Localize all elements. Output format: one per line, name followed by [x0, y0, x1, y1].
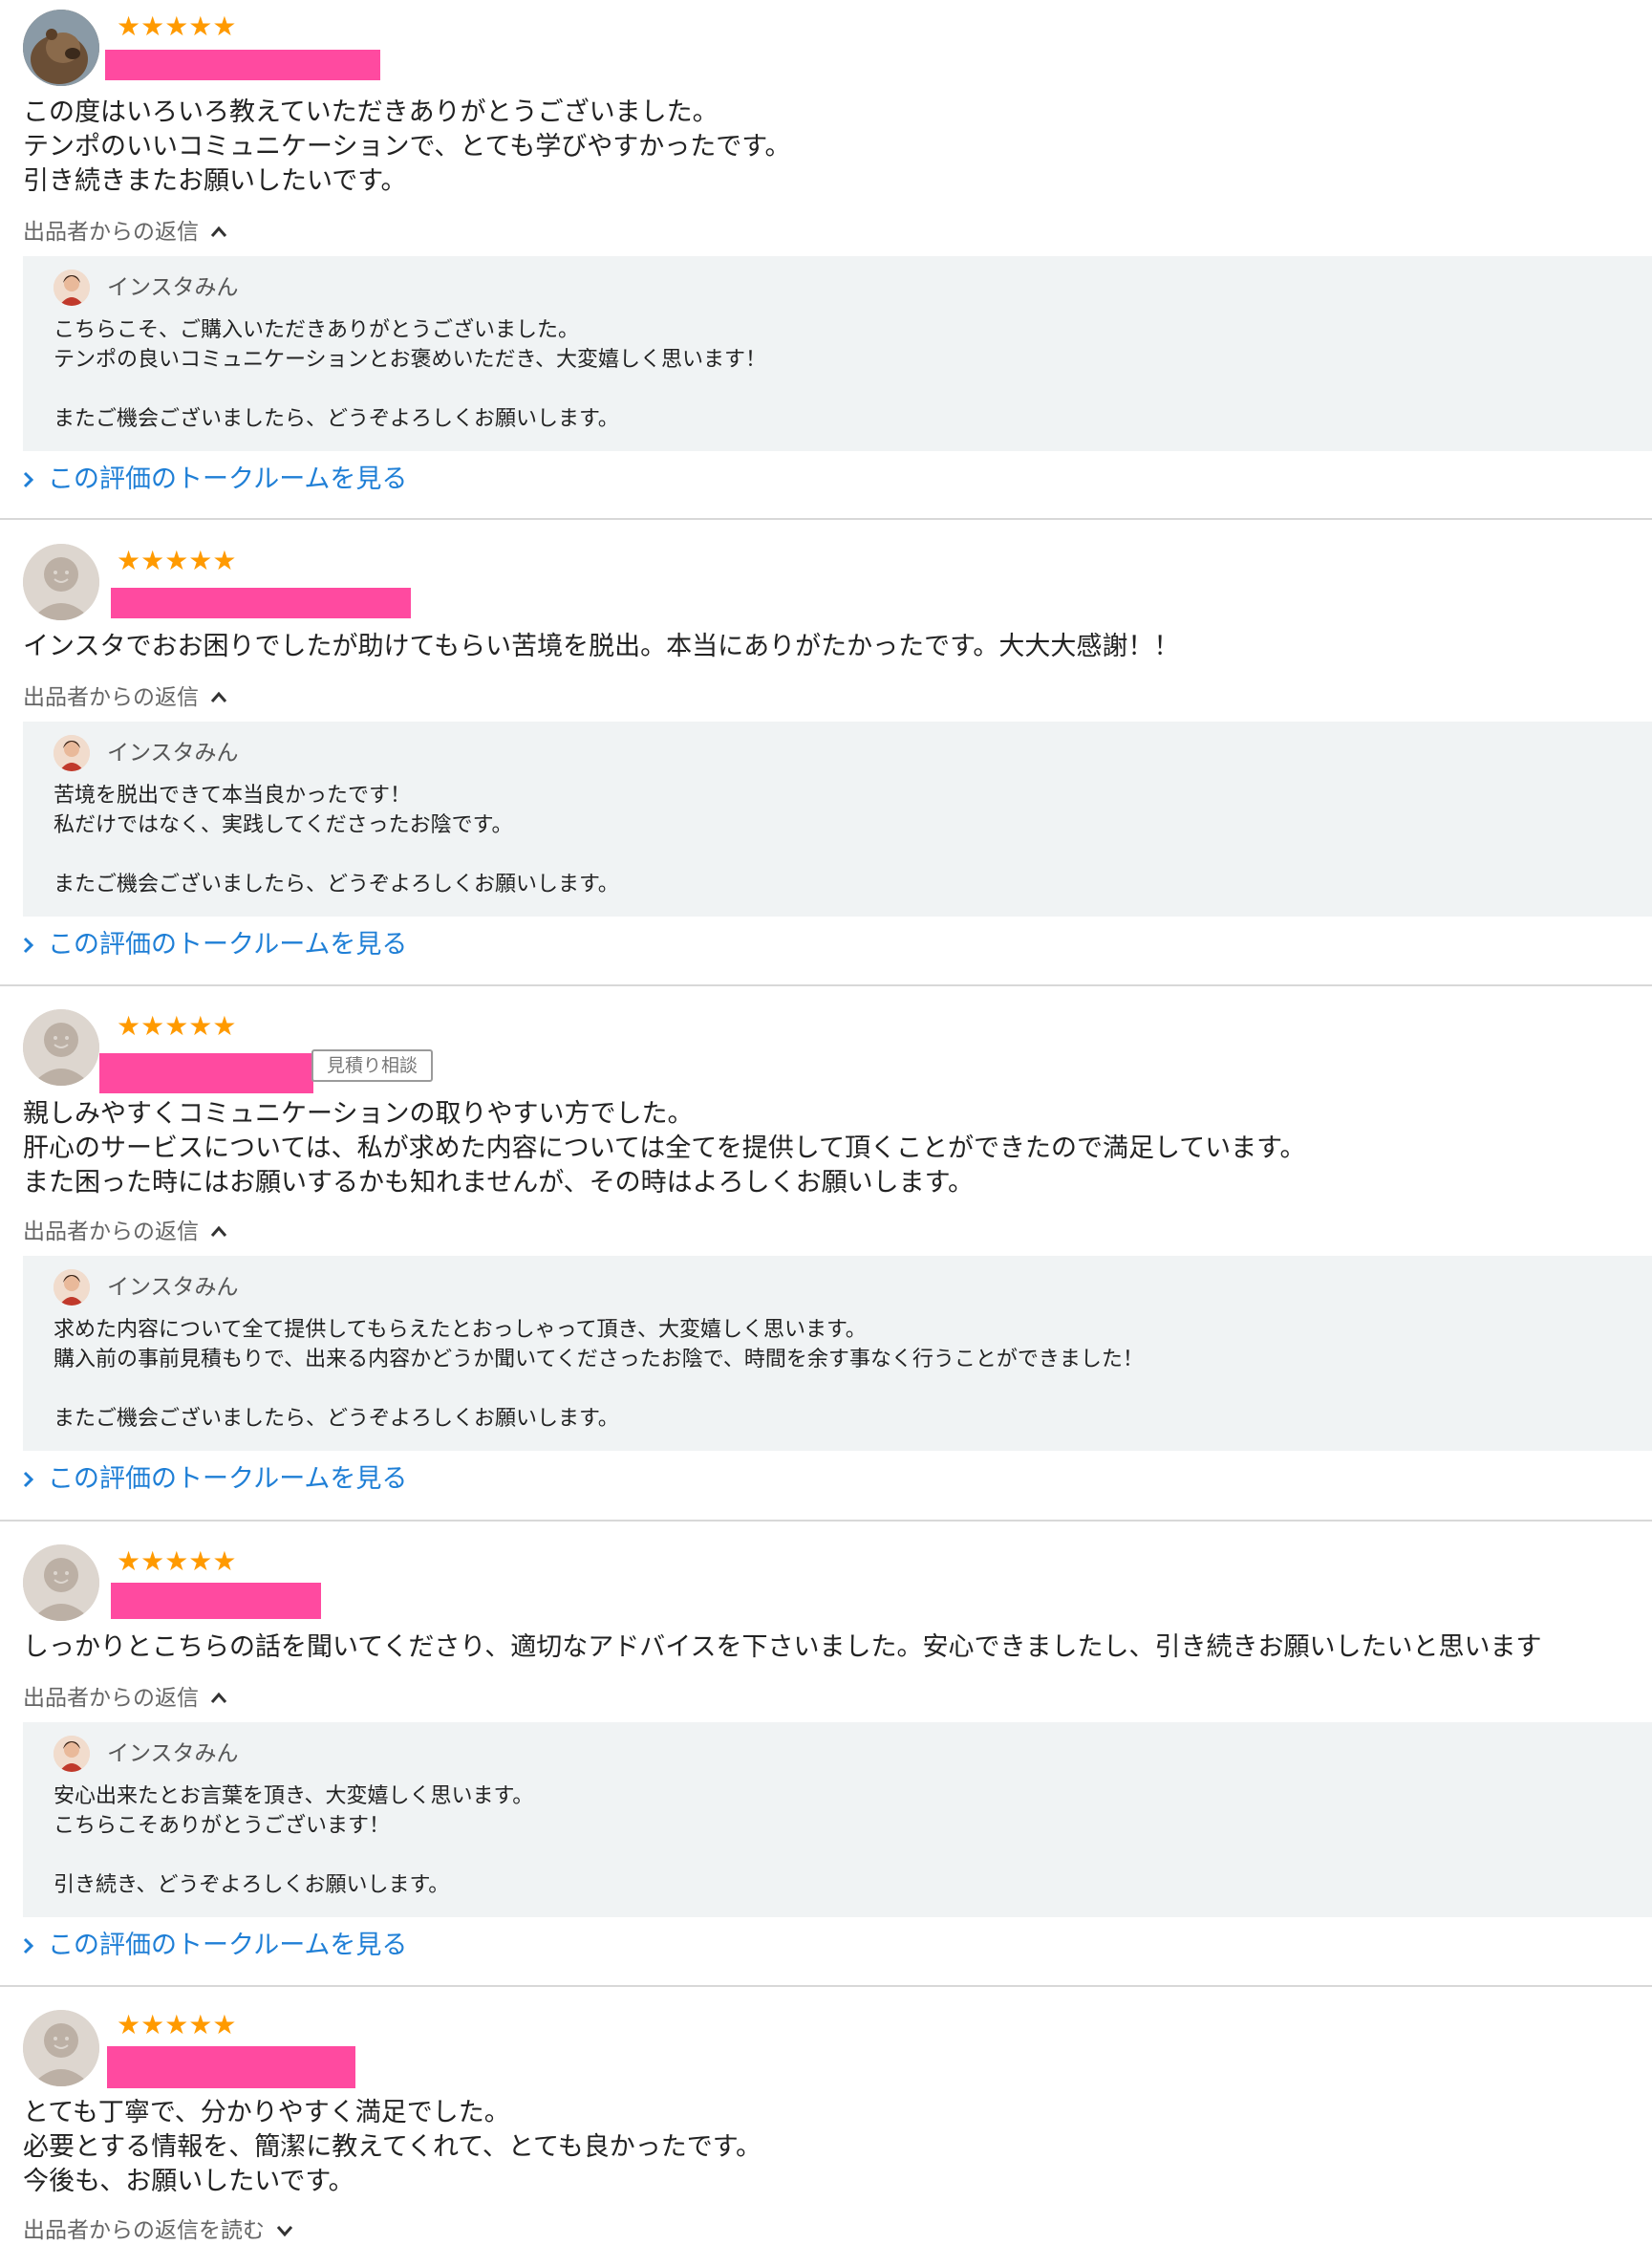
rating-stars: ★★★★★ — [117, 1010, 237, 1042]
review-text-line: この度はいろいろ教えていただきありがとうございました。 — [23, 97, 719, 127]
review-text-line: 引き続きまたお願いしたいです。 — [23, 166, 407, 196]
review-item: ★★★★★ しっかりとこちらの話を聞いてくださり、適切なアドバイスを下さいました… — [0, 1522, 1652, 1987]
chevron-right-icon — [23, 471, 34, 488]
review-text-line: また困った時にはお願いするかも知れませんが、その時はよろしくお願いします。 — [23, 1168, 974, 1198]
seller-reply-box: インスタみん 安心出来たとお言葉を頂き、大変嬉しく思います。 こちらこそありがと… — [23, 1722, 1652, 1917]
review-text: インスタでおお困りでしたが助けてもらい苦境を脱出。本当にありがたかったです。大大… — [23, 630, 1633, 664]
review-text: とても丁寧で、分かりやすく満足でした。 必要とする情報を、簡潔に教えてくれて、と… — [23, 2096, 1633, 2199]
rating-stars: ★★★★★ — [117, 545, 237, 576]
seller-name[interactable]: インスタみん — [107, 1271, 239, 1304]
reviewer-avatar[interactable] — [23, 544, 99, 620]
review-item: ★★★★★ とても丁寧で、分かりやすく満足でした。 必要とする情報を、簡潔に教え… — [0, 1987, 1652, 2243]
seller-reply-toggle[interactable]: 出品者からの返信 — [23, 1684, 229, 1713]
reply-text-line: またご機会ございましたら、どうぞよろしくお願いします。 — [54, 873, 619, 896]
review-text: しっかりとこちらの話を聞いてくださり、適切なアドバイスを下さいました。安心できま… — [23, 1630, 1633, 1665]
reply-text-line — [54, 375, 1633, 404]
reply-text-line: 苦境を脱出できて本当良かったです！ — [54, 784, 412, 808]
reply-text-line: 求めた内容について全て提供してもらえたとおっしゃって頂き、大変嬉しく思います。 — [54, 1318, 867, 1342]
seller-reply-box: インスタみん 求めた内容について全て提供してもらえたとおっしゃって頂き、大変嬉し… — [23, 1256, 1652, 1451]
seller-name[interactable]: インスタみん — [107, 271, 239, 304]
review-text-line: しっかりとこちらの話を聞いてくださり、適切なアドバイスを下さいました。安心できま… — [23, 1632, 1542, 1662]
estimate-badge: 見積り相談 — [311, 1049, 434, 1082]
review-text: この度はいろいろ教えていただきありがとうございました。 テンポのいいコミュニケー… — [23, 96, 1633, 199]
reviewer-name-redacted — [105, 50, 380, 80]
reply-toggle-label: 出品者からの返信を読む — [23, 2218, 265, 2243]
reply-text-line: またご機会ございましたら、どうぞよろしくお願いします。 — [54, 1407, 619, 1431]
talk-room-link-label: この評価のトークルームを見る — [48, 1464, 408, 1494]
seller-reply-text: 求めた内容について全て提供してもらえたとおっしゃって頂き、大変嬉しく思います。 … — [54, 1315, 1633, 1434]
review-text-line: 今後も、お願いしたいです。 — [23, 2167, 354, 2196]
review-item: ★★★★★ この度はいろいろ教えていただきありがとうございました。 テンポのいい… — [0, 0, 1652, 521]
reply-text-line: テンポの良いコミュニケーションとお褒めいただき、大変嬉しく思います！ — [54, 348, 767, 372]
seller-reply-toggle[interactable]: 出品者からの返信を読む — [23, 2216, 295, 2245]
reply-text-line: またご機会ございましたら、どうぞよろしくお願いします。 — [54, 407, 619, 431]
seller-reply-box: インスタみん 苦境を脱出できて本当良かったです！ 私だけではなく、実践してくださ… — [23, 722, 1652, 917]
review-item: ★★★★★ 見積り相談 親しみやすくコミュニケーションの取りやすい方でした。 肝… — [0, 986, 1652, 1522]
review-text-line: とても丁寧で、分かりやすく満足でした。 — [23, 2098, 510, 2127]
rating-stars: ★★★★★ — [117, 1545, 237, 1577]
reviewer-avatar[interactable] — [23, 1544, 99, 1621]
chevron-up-icon — [210, 1692, 227, 1703]
rating-stars: ★★★★★ — [117, 11, 237, 42]
seller-reply-text: 安心出来たとお言葉を頂き、大変嬉しく思います。 こちらこそありがとうございます！… — [54, 1781, 1633, 1900]
chevron-up-icon — [210, 226, 227, 237]
chevron-up-icon — [210, 691, 227, 702]
chevron-down-icon — [276, 2226, 293, 2237]
seller-name[interactable]: インスタみん — [107, 1738, 239, 1770]
talk-room-link[interactable]: この評価のトークルームを見る — [23, 1462, 407, 1497]
reply-toggle-label: 出品者からの返信 — [23, 1220, 199, 1244]
seller-reply-text: 苦境を脱出できて本当良かったです！ 私だけではなく、実践してくださったお陰です。… — [54, 781, 1633, 899]
seller-reply-toggle[interactable]: 出品者からの返信 — [23, 218, 229, 247]
seller-avatar[interactable] — [54, 270, 90, 306]
seller-reply-toggle[interactable]: 出品者からの返信 — [23, 1218, 229, 1246]
review-divider — [0, 518, 1652, 520]
review-text-line: テンポのいいコミュニケーションで、とても学びやすかったです。 — [23, 132, 791, 162]
reply-text-line — [54, 1374, 1633, 1404]
reviewer-avatar[interactable] — [23, 10, 99, 86]
chevron-up-icon — [210, 1225, 227, 1237]
reviewer-name-redacted — [99, 1053, 313, 1093]
seller-name[interactable]: インスタみん — [107, 737, 239, 769]
reviewer-name-redacted — [111, 588, 411, 618]
talk-room-link-label: この評価のトークルームを見る — [48, 464, 408, 494]
reply-text-line: こちらこそありがとうございます！ — [54, 1814, 391, 1838]
talk-room-link[interactable]: この評価のトークルームを見る — [23, 463, 407, 497]
chevron-right-icon — [23, 937, 34, 954]
talk-room-link-label: この評価のトークルームを見る — [48, 1931, 408, 1960]
seller-reply-box: インスタみん こちらこそ、ご購入いただきありがとうございました。 テンポの良いコ… — [23, 256, 1652, 451]
seller-avatar[interactable] — [54, 735, 90, 771]
reply-text-line — [54, 840, 1633, 870]
reviewer-avatar[interactable] — [23, 2010, 99, 2086]
reply-text-line: 引き続き、どうぞよろしくお願いします。 — [54, 1873, 450, 1897]
chevron-right-icon — [23, 1937, 34, 1954]
reply-text-line: 私だけではなく、実践してくださったお陰です。 — [54, 813, 513, 837]
talk-room-link[interactable]: この評価のトークルームを見る — [23, 928, 407, 962]
seller-avatar[interactable] — [54, 1736, 90, 1772]
review-text-line: 必要とする情報を、簡潔に教えてくれて、とても良かったです。 — [23, 2132, 762, 2162]
review-text-line: インスタでおお困りでしたが助けてもらい苦境を脱出。本当にありがたかったです。大大… — [23, 632, 1180, 661]
reply-text-line: こちらこそ、ご購入いただきありがとうございました。 — [54, 318, 580, 342]
reply-toggle-label: 出品者からの返信 — [23, 220, 199, 245]
review-item: ★★★★★ インスタでおお困りでしたが助けてもらい苦境を脱出。本当にありがたかっ… — [0, 521, 1652, 986]
review-text-line: 親しみやすくコミュニケーションの取りやすい方でした。 — [23, 1099, 694, 1129]
seller-reply-text: こちらこそ、ご購入いただきありがとうございました。 テンポの良いコミュニケーショ… — [54, 315, 1633, 434]
reviewer-avatar[interactable] — [23, 1009, 99, 1086]
chevron-right-icon — [23, 1471, 34, 1488]
review-text: 親しみやすくコミュニケーションの取りやすい方でした。 肝心のサービスについては、… — [23, 1097, 1633, 1200]
seller-avatar[interactable] — [54, 1269, 90, 1306]
reviewer-name-redacted — [111, 1583, 321, 1619]
seller-reply-toggle[interactable]: 出品者からの返信 — [23, 683, 229, 712]
reply-toggle-label: 出品者からの返信 — [23, 1686, 199, 1711]
reply-text-line: 安心出来たとお言葉を頂き、大変嬉しく思います。 — [54, 1784, 534, 1808]
talk-room-link-label: この評価のトークルームを見る — [48, 930, 408, 960]
reviewer-name-redacted — [107, 2046, 355, 2088]
reply-text-line — [54, 1841, 1633, 1870]
talk-room-link[interactable]: この評価のトークルームを見る — [23, 1929, 407, 1963]
review-text-line: 肝心のサービスについては、私が求めた内容については全てを提供して頂くことができた… — [23, 1133, 1306, 1163]
rating-stars: ★★★★★ — [117, 2009, 237, 2040]
reply-text-line: 購入前の事前見積もりで、出来る内容かどうか聞いてくださったお陰で、時間を余す事な… — [54, 1348, 1144, 1371]
reply-toggle-label: 出品者からの返信 — [23, 685, 199, 710]
